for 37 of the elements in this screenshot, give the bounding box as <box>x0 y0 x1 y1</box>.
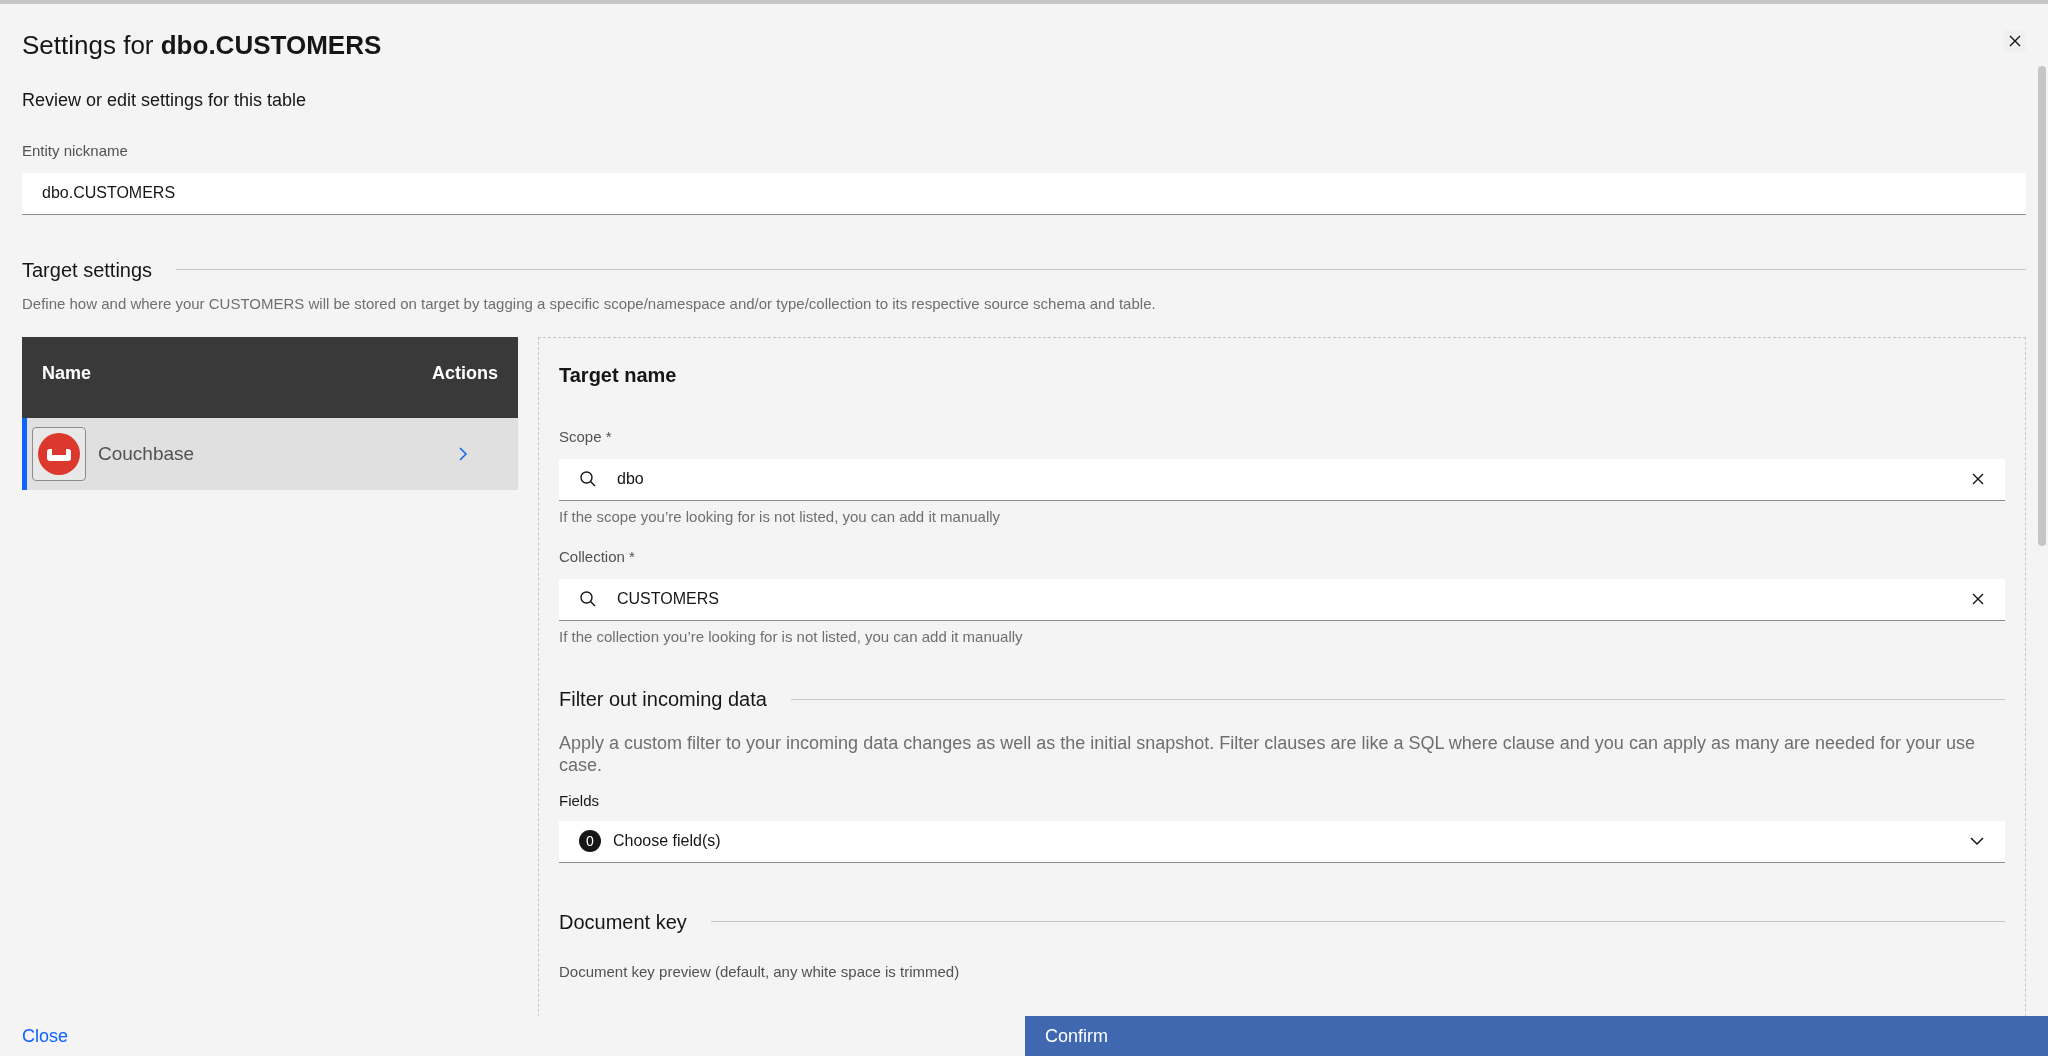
section-heading: Document key <box>559 909 687 935</box>
clear-icon[interactable] <box>1971 592 1985 606</box>
field-label: Collection * <box>559 547 636 567</box>
chevron-down-icon <box>1969 836 1985 846</box>
search-field[interactable]: CUSTOMERS <box>559 578 2005 621</box>
search-field[interactable]: dbo <box>559 458 2005 501</box>
column-header: Actions <box>432 362 498 385</box>
scrollbar[interactable] <box>2038 66 2046 546</box>
nickname-field[interactable]: dbo.CUSTOMERS <box>22 172 2026 215</box>
confirm-button[interactable]: Confirm <box>1025 1016 2048 1056</box>
dropdown-placeholder: Choose field(s) <box>613 831 722 851</box>
close-link[interactable]: Close <box>22 1022 69 1050</box>
section-heading: Filter out incoming data <box>559 687 767 712</box>
database-logo-icon <box>32 427 86 481</box>
field-value: dbo <box>617 469 645 489</box>
table-cell-text: Couchbase <box>98 441 196 466</box>
chevron-right-icon[interactable] <box>458 446 468 462</box>
helper-text: If the scope you’re looking for is not listed, you can add it manually <box>559 506 1002 527</box>
dialog-subtitle: Review or edit settings for this table <box>22 89 308 112</box>
field-label: Scope * <box>559 427 613 447</box>
field-label: Entity nickname <box>22 141 129 161</box>
section-heading: Target settings <box>22 257 153 283</box>
column-header: Name <box>42 362 92 385</box>
field-label: Document key preview (default, any white space is trimmed) <box>559 961 961 982</box>
count-badge: 0 <box>579 830 601 852</box>
field-label: Fields <box>559 791 600 811</box>
helper-text: If the collection you’re looking for is not listed, you can add it manually <box>559 626 1024 647</box>
search-icon <box>579 470 597 488</box>
section-description: Define how and where your CUSTOMERS will be stored on target by tagging a specific scope/namespace and/or type/collection to its respective source schema and table. <box>22 293 1157 314</box>
table-row[interactable]: Couchbase <box>22 418 518 490</box>
search-icon <box>579 590 597 608</box>
section-description: Apply a custom filter to your incoming data changes as well as the initial snapshot. Filter clauses are like a SQL where clause and you can apply as many are needed for your use case. <box>559 732 1977 776</box>
field-value: CUSTOMERS <box>617 589 720 609</box>
clear-icon[interactable] <box>1971 472 1985 486</box>
panel-heading: Target name <box>559 363 678 388</box>
fields-dropdown[interactable]: 0 Choose field(s) <box>559 820 2005 863</box>
dialog-title: Settings for dbo.CUSTOMERS <box>22 29 382 62</box>
